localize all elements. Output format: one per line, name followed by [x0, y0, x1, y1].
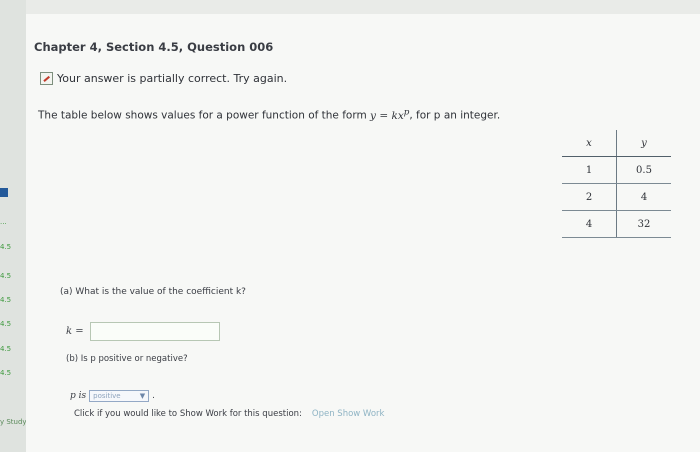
dot: . — [152, 391, 155, 401]
table-cell: 4 — [562, 210, 617, 238]
table-header-y: y — [616, 130, 671, 157]
page-title: Chapter 4, Section 4.5, Question 006 — [34, 40, 274, 54]
table-header-x: x — [562, 130, 617, 157]
table-cell: 4 — [616, 183, 671, 211]
sidebar-current-marker — [0, 188, 8, 197]
intro-suffix: , for p an integer. — [409, 109, 501, 122]
power-formula: y = kxp — [370, 107, 410, 122]
values-table: x y 1 0.5 2 4 4 32 — [562, 130, 671, 238]
table-cell: 1 — [562, 156, 617, 184]
p-sign-select[interactable]: positive ▼ — [89, 390, 150, 402]
sidebar-study-link[interactable]: y Study — [0, 418, 27, 426]
table-cell: 0.5 — [616, 156, 671, 184]
p-label: p is — [70, 391, 87, 401]
k-answer-row: k = — [66, 322, 220, 341]
show-work-row: Click if you would like to Show Work for… — [74, 409, 384, 419]
table-row: 1 0.5 — [562, 156, 671, 184]
feedback-text: Your answer is partially correct. Try ag… — [57, 72, 288, 85]
feedback-message: Your answer is partially correct. Try ag… — [40, 72, 287, 85]
top-band — [26, 0, 700, 14]
open-show-work-link[interactable]: Open Show Work — [312, 409, 385, 419]
table-header-row: x y — [562, 130, 671, 157]
k-input[interactable] — [89, 322, 220, 341]
partially-correct-icon — [40, 72, 53, 85]
intro-prefix: The table below shows values for a power… — [38, 109, 367, 122]
table-cell: 32 — [616, 210, 671, 238]
question-intro: The table below shows values for a power… — [38, 107, 500, 122]
part-a-question: (a) What is the value of the coefficient… — [60, 287, 246, 297]
table-row: 4 32 — [562, 210, 671, 238]
left-sidebar: ⠀ ... 4.5 4.5 4.5 4.5 4.5 4.5 y Study — [0, 0, 27, 452]
k-label: k = — [66, 326, 84, 337]
part-b-question: (b) Is p positive or negative? — [66, 354, 188, 364]
chevron-down-icon: ▼ — [139, 392, 146, 400]
p-answer-row: p is positive ▼ . — [70, 390, 155, 402]
question-panel: Chapter 4, Section 4.5, Question 006 You… — [26, 14, 700, 452]
show-work-text: Click if you would like to Show Work for… — [74, 409, 302, 419]
table-cell: 2 — [562, 183, 617, 211]
table-row: 2 4 — [562, 183, 671, 211]
